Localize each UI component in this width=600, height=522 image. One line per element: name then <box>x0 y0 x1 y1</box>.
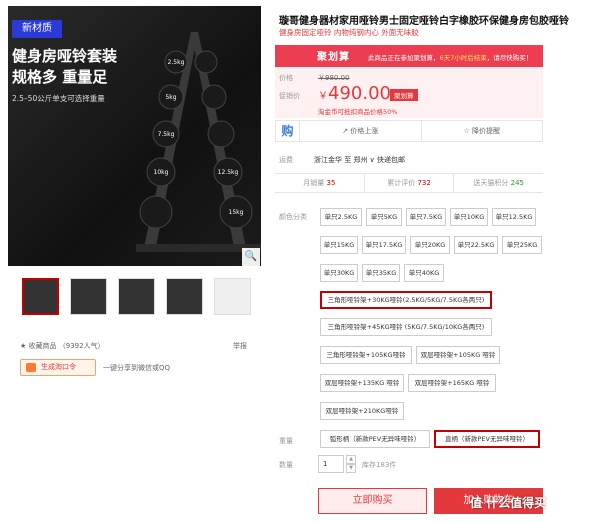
zoom-icon[interactable]: 🔍 <box>242 248 260 266</box>
thumbnail-image[interactable] <box>118 278 155 315</box>
color-option[interactable]: 单只30KG <box>320 264 358 282</box>
color-option[interactable]: 单只25KG <box>502 236 542 254</box>
promo-countdown: 6天7小时后结束 <box>439 54 487 62</box>
thumbnail-image[interactable] <box>166 278 203 315</box>
favorite-label: 收藏商品 （9392人气） <box>28 342 105 350</box>
color-option[interactable]: 单只7.5KG <box>406 208 446 226</box>
stats-row: 月销量 35 累计评价 732 送天猫积分 245 <box>275 173 543 193</box>
coin-note: 淘金币可抵扣商品价格50% <box>318 108 398 116</box>
color-option[interactable]: 单只35KG <box>362 264 400 282</box>
share-code-label: 生成淘口令 <box>41 363 76 371</box>
price-alert-button[interactable]: ↗ 价格上涨 <box>300 121 421 141</box>
color-option[interactable]: 双层哑铃架+165KG 哑铃 <box>408 374 496 392</box>
promo-price-label: 促销价 <box>279 92 300 100</box>
thumbnail-image[interactable] <box>22 278 59 315</box>
color-option[interactable]: 单只20KG <box>410 236 450 254</box>
quantity-decrease-icon[interactable]: ▼ <box>346 464 356 473</box>
watermark: 值 什么值得买 <box>470 496 547 510</box>
thumbnail-strip <box>22 278 251 315</box>
color-option[interactable]: 单只10KG <box>450 208 488 226</box>
dumbbell-label: 15kg <box>229 209 244 216</box>
quantity-input[interactable]: 1 <box>318 455 344 473</box>
promo-text: 此商品正在参加聚划算，6天7小时后结束，请尽快购买！ <box>368 54 533 62</box>
star-icon: ★ <box>20 342 29 350</box>
color-option[interactable]: 单只40KG <box>404 264 444 282</box>
color-option[interactable]: 单只15KG <box>320 236 358 254</box>
orig-price: ￥980.00 <box>318 74 350 82</box>
quantity-label: 数量 <box>279 461 293 469</box>
weight-option[interactable]: 弧形柄（新款PEV无异味哑铃） <box>320 430 430 448</box>
product-subtitle: 健身房固定哑铃 内物纯钢内心 外面无味胶 <box>279 28 419 37</box>
thumbnail-image[interactable] <box>214 278 251 315</box>
color-label: 颜色分类 <box>279 213 307 221</box>
quantity-increase-icon[interactable]: ▲ <box>346 455 356 464</box>
dumbbell-label: 12.5kg <box>218 169 239 176</box>
color-option[interactable]: 单只2.5KG <box>320 208 362 226</box>
promo-tag: 聚划算 <box>390 89 418 101</box>
color-option[interactable]: 三角形哑铃架+105KG哑铃 <box>320 346 412 364</box>
shipping-info[interactable]: 浙江金华 至 郑州 ∨ 快递包邮 <box>314 155 405 165</box>
dumbbell-rack-graphic: 2.5kg 5kg 7.5kg 10kg 12.5kg 15kg <box>136 32 261 252</box>
color-option[interactable]: 单只5KG <box>366 208 402 226</box>
main-product-image[interactable]: 2.5kg 5kg 7.5kg 10kg 12.5kg 15kg <box>8 6 261 266</box>
hero-title: 健身房哑铃套装 规格多 重量足 <box>12 47 118 86</box>
dumbbell-label: 5kg <box>165 94 176 101</box>
promo-banner: 聚划算 此商品正在参加聚划算，6天7小时后结束，请尽快购买！ <box>275 45 543 67</box>
dumbbell-label: 10kg <box>154 169 169 176</box>
shipping-label: 运费 <box>279 156 293 164</box>
color-option-selected[interactable]: 三角形哑铃架+30KG哑铃(2.5KG/5KG/7.5KG各两只) <box>320 291 492 309</box>
stock-info: 库存183件 <box>362 461 397 469</box>
price-drop-button[interactable]: ☆ 降价提醒 <box>420 121 543 141</box>
thumbnail-image[interactable] <box>70 278 107 315</box>
orig-price-label: 价格 <box>279 74 293 82</box>
report-link[interactable]: 举报 <box>233 341 247 351</box>
color-option[interactable]: 三角形哑铃架+45KG哑铃 (5KG/7.5KG/10KG各两只) <box>320 318 492 336</box>
buy-now-button[interactable]: 立即购买 <box>318 488 427 514</box>
color-option[interactable]: 双层哑铃架+135KG 哑铃 <box>320 374 404 392</box>
price-tools: 购 ↗ 价格上涨 ☆ 降价提醒 <box>275 120 543 142</box>
color-option[interactable]: 单只22.5KG <box>454 236 498 254</box>
weight-option-selected[interactable]: 直柄（新款PEV无异味哑铃） <box>434 430 540 448</box>
buy-icon: 购 <box>276 121 300 141</box>
dumbbell-label: 7.5kg <box>158 131 175 138</box>
product-title: 璇哥健身器材家用哑铃男士固定哑铃白字橡胶环保健身房包胶哑铃 <box>279 16 569 27</box>
hero-subtitle: 2.5–50公斤单支可选择重量 <box>12 94 105 103</box>
dumbbell-label: 2.5kg <box>168 59 185 66</box>
star-outline-icon: ☆ <box>463 127 472 135</box>
share-code-button[interactable]: 生成淘口令 <box>20 359 96 376</box>
color-option[interactable]: 单只12.5KG <box>492 208 536 226</box>
share-hint: 一键分享到微信或QQ <box>103 364 171 372</box>
new-material-badge: 新材质 <box>12 20 62 38</box>
color-option[interactable]: 单只17.5KG <box>362 236 406 254</box>
color-option[interactable]: 双层哑铃架+210KG哑铃 <box>320 402 404 420</box>
share-icon <box>26 363 36 372</box>
review-count[interactable]: 累计评价 732 <box>363 174 454 192</box>
favorite-link[interactable]: ★ 收藏商品 （9392人气） <box>20 341 105 351</box>
weight-label: 重量 <box>279 437 293 445</box>
promo-price: ￥490.00 <box>318 83 391 104</box>
monthly-sales: 月销量 35 <box>303 179 336 187</box>
promo-logo: 聚划算 <box>317 52 350 63</box>
reward-points: 送天猫积分 245 <box>453 174 543 192</box>
color-option[interactable]: 双层哑铃架+105KG 哑铃 <box>416 346 500 364</box>
